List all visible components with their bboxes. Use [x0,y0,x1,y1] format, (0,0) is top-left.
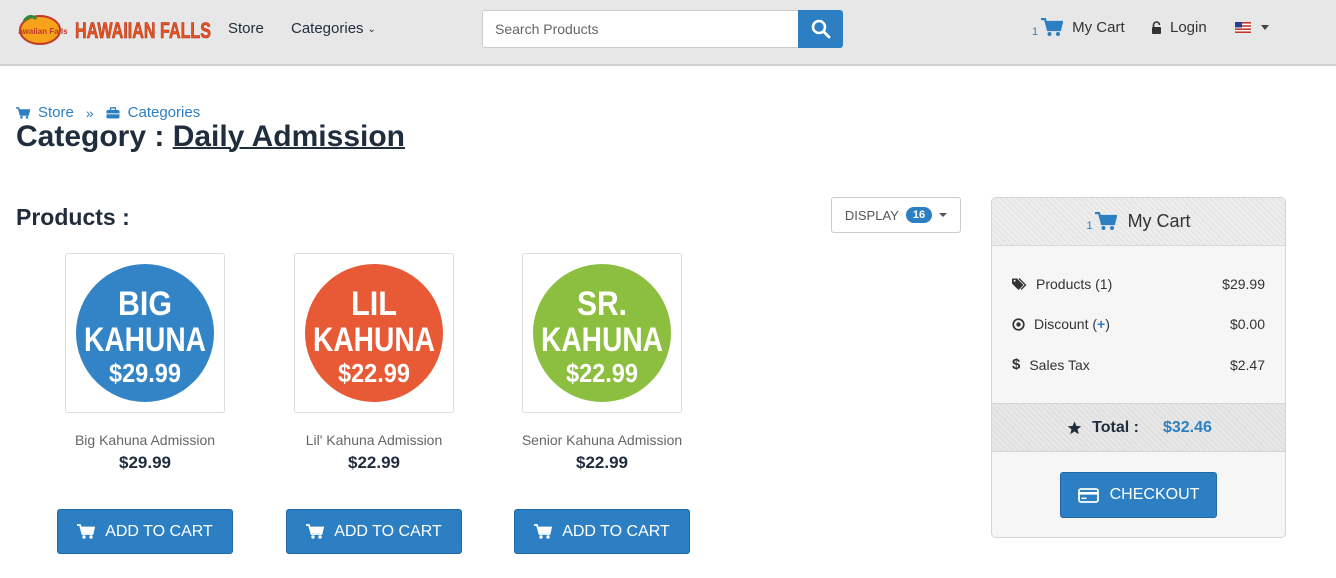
us-flag-icon [1235,22,1251,33]
display-count-dropdown[interactable]: DISPLAY 16 [831,197,961,233]
search-button[interactable] [798,10,843,48]
search-bar [482,10,843,48]
dot-circle-icon [1012,317,1025,331]
chevron-down-icon [1261,25,1269,30]
dollar-icon: $ [1012,356,1021,373]
badge-price: $29.99 [109,358,181,388]
cart-panel-title: My Cart [1127,211,1191,231]
badge-line1: SR. [577,285,627,323]
site-logo[interactable]: Hawaiian Falls HAWAIIAN FALLS [12,11,212,47]
tags-icon [1012,277,1027,290]
add-discount-button[interactable]: + [1097,316,1105,332]
product-name[interactable]: Lil' Kahuna Admission [284,432,464,448]
checkout-label: CHECKOUT [1109,486,1200,503]
display-count-badge: 16 [905,207,933,223]
shopping-cart-icon [1041,18,1064,36]
page-title: Category : Daily Admission [16,120,405,154]
logo-badge-text: Hawaiian Falls [18,27,68,36]
cart-total-label: Total : [1092,418,1139,436]
cart-products-row: Products (1) $29.99 [1012,276,1265,292]
breadcrumb-separator: » [85,104,94,121]
badge-line2: KAHUNA [84,321,206,359]
search-input[interactable] [482,10,799,48]
page-title-prefix: Category : [16,120,165,153]
breadcrumb: Store » Categories [16,104,200,121]
nav-categories-label: Categories [291,20,364,37]
product-price: $29.99 [119,453,171,472]
sr-kahuna-badge-image: SR. KAHUNA $22.99 [533,264,671,402]
add-to-cart-button[interactable]: ADD TO CART [286,509,462,554]
badge-line1: BIG [118,285,172,323]
product-image[interactable]: LIL KAHUNA $22.99 [294,253,454,413]
add-to-cart-button[interactable]: ADD TO CART [57,509,233,554]
nav-store-label: Store [228,20,264,37]
badge-line2: KAHUNA [313,321,435,359]
badge-price: $22.99 [566,358,638,388]
checkout-button[interactable]: CHECKOUT [1060,472,1217,518]
nav-login-label: Login [1170,19,1207,36]
badge-line2: KAHUNA [541,321,663,359]
cart-discount-value: $0.00 [1229,316,1265,332]
add-to-cart-label: ADD TO CART [334,522,442,540]
cart-count: 1 [1032,25,1039,38]
product-name[interactable]: Senior Kahuna Admission [512,432,692,448]
product-price: $22.99 [348,453,400,472]
nav-cart-label: My Cart [1072,19,1125,36]
badge-line1: LIL [351,285,397,323]
cart-total-row: Total : $32.46 [992,403,1285,452]
cart-discount-row: Discount (+) $0.00 [1012,316,1265,332]
product-image[interactable]: SR. KAHUNA $22.99 [522,253,682,413]
lil-kahuna-badge-image: LIL KAHUNA $22.99 [305,264,443,402]
product-card: BIG KAHUNA $29.99 Big Kahuna Admission $… [55,253,235,554]
display-label: DISPLAY [844,207,899,223]
product-image[interactable]: BIG KAHUNA $29.99 [65,253,225,413]
nav-login-link[interactable]: Login [1151,19,1207,36]
cart-tax-label: Sales Tax [1029,356,1090,373]
shopping-cart-icon [534,524,553,539]
products-heading: Products : [16,204,130,230]
badge-price: $22.99 [338,358,410,388]
big-kahuna-badge-image: BIG KAHUNA $29.99 [76,264,214,402]
briefcase-icon [106,106,120,118]
add-to-cart-label: ADD TO CART [562,522,670,540]
top-navbar: Hawaiian Falls HAWAIIAN FALLS Store Cate… [0,0,1336,66]
add-to-cart-label: ADD TO CART [105,522,213,540]
cart-summary-panel: 1 My Cart Products (1) $29.99 Discount (… [991,197,1286,538]
shopping-cart-icon [306,524,325,539]
shopping-cart-icon [16,106,30,119]
shopping-cart-icon [1094,212,1117,230]
add-to-cart-button[interactable]: ADD TO CART [514,509,690,554]
chevron-down-icon: ⌄ [367,24,376,35]
product-card: SR. KAHUNA $22.99 Senior Kahuna Admissio… [512,253,692,554]
chevron-down-icon [939,213,948,217]
shopping-cart-icon [77,524,96,539]
cart-tax-row: $ Sales Tax $2.47 [1012,356,1265,373]
credit-card-icon [1077,487,1099,503]
product-card: LIL KAHUNA $22.99 Lil' Kahuna Admission … [284,253,464,554]
cart-discount-close: ) [1105,316,1110,332]
cart-panel-count: 1 [1086,219,1093,232]
breadcrumb-store-link[interactable]: Store [38,104,74,121]
nav-categories-dropdown[interactable]: Categories ⌄ [291,20,376,37]
nav-cart-link[interactable]: 1 My Cart [1032,18,1125,38]
lock-icon [1152,20,1161,34]
nav-store-link[interactable]: Store [228,20,264,37]
logo-text: HAWAIIAN FALLS [75,18,211,43]
star-icon [1067,421,1082,434]
search-icon [811,19,830,39]
language-selector[interactable] [1235,22,1269,33]
cart-total-value: $32.46 [1162,418,1212,436]
breadcrumb-categories-link[interactable]: Categories [128,104,201,121]
cart-discount-label: Discount ( [1034,316,1098,332]
category-name-link[interactable]: Daily Admission [173,120,405,153]
product-name[interactable]: Big Kahuna Admission [55,432,235,448]
cart-panel-header: 1 My Cart [992,198,1285,246]
cart-products-value: $29.99 [1222,276,1265,292]
product-price: $22.99 [576,453,628,472]
cart-tax-value: $2.47 [1229,356,1265,373]
cart-products-label: Products (1) [1036,276,1113,292]
